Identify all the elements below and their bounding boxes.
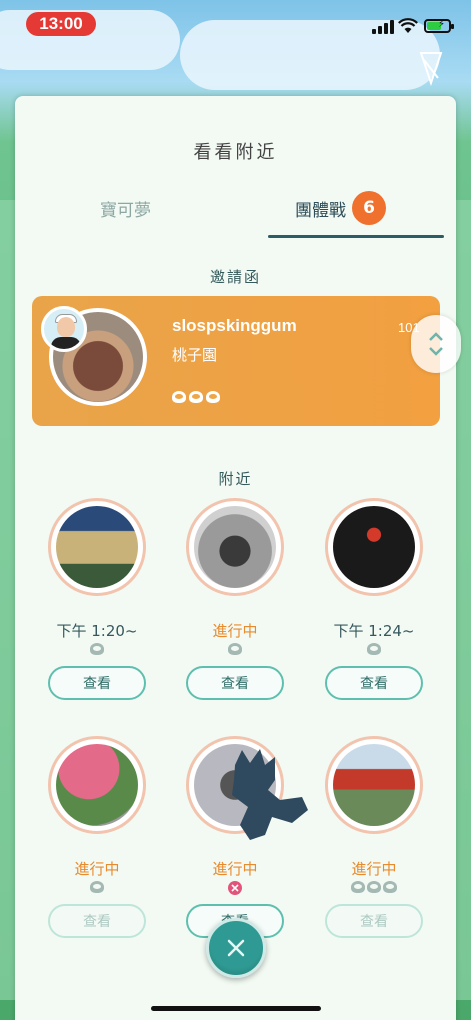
nearby-heading: 附近 bbox=[218, 470, 253, 488]
map-marker-icon[interactable] bbox=[416, 48, 446, 88]
tab-raids[interactable]: 團體戰 bbox=[295, 196, 346, 221]
view-button[interactable]: 查看 bbox=[325, 666, 423, 700]
panel-title: 看看附近 bbox=[193, 142, 278, 163]
nearby-panel: 看看附近 寶可夢 團體戰 6 邀請函 slospskinggum 桃子園 101… bbox=[15, 96, 456, 1020]
raid-tier-icon bbox=[383, 881, 397, 893]
invites-heading: 邀請函 bbox=[209, 268, 261, 286]
raid-status: 下午 1:20~ bbox=[56, 622, 138, 640]
gym-photo-frame[interactable] bbox=[48, 736, 146, 834]
trainer-avatar bbox=[41, 306, 87, 352]
raid-tier-icon bbox=[189, 391, 203, 403]
raid-status: 下午 1:24~ bbox=[333, 622, 415, 640]
raid-tier-icon bbox=[172, 391, 186, 403]
battery-icon: ⚡ bbox=[424, 19, 454, 33]
raid-tier-icon bbox=[228, 643, 242, 655]
raid-tier-icon bbox=[90, 643, 104, 655]
view-button[interactable]: 查看 bbox=[48, 666, 146, 700]
raid-tier bbox=[304, 881, 444, 893]
raid-item[interactable]: 下午 1:24~ 查看 bbox=[304, 498, 444, 700]
raid-item[interactable]: 下午 1:20~ 查看 bbox=[27, 498, 167, 700]
view-button[interactable]: 查看 bbox=[325, 904, 423, 938]
raid-tier-icon bbox=[367, 881, 381, 893]
raid-boss-silhouette-icon bbox=[232, 749, 308, 840]
raid-tier bbox=[304, 643, 444, 655]
raid-tier bbox=[27, 643, 167, 655]
gym-photo-frame[interactable] bbox=[48, 498, 146, 596]
raid-tier-icon bbox=[90, 881, 104, 893]
invite-raid-tier bbox=[172, 391, 220, 403]
tab-pokemon[interactable]: 寶可夢 bbox=[100, 196, 151, 221]
invite-scroll-handle[interactable] bbox=[411, 315, 461, 373]
gym-photo-frame[interactable] bbox=[325, 736, 423, 834]
mega-raid-icon bbox=[228, 881, 242, 895]
raid-tier-icon bbox=[206, 391, 220, 403]
raid-status: 進行中 bbox=[351, 860, 397, 878]
raid-tier bbox=[165, 643, 305, 655]
invite-trainer-name: slospskinggum bbox=[172, 316, 297, 335]
raid-item[interactable]: 進行中 查看 bbox=[165, 498, 305, 700]
wifi-icon bbox=[398, 18, 418, 33]
chevron-up-down-icon bbox=[429, 332, 443, 356]
gym-photo-frame[interactable] bbox=[325, 498, 423, 596]
raid-count-badge: 6 bbox=[352, 191, 386, 225]
raid-status: 進行中 bbox=[212, 622, 258, 640]
status-bar: 13:00 ⚡ bbox=[0, 0, 471, 87]
view-button[interactable]: 查看 bbox=[48, 904, 146, 938]
invite-location: 桃子園 bbox=[172, 346, 218, 364]
raid-invite-card[interactable]: slospskinggum 桃子園 101 bbox=[32, 296, 440, 426]
view-button[interactable]: 查看 bbox=[186, 666, 284, 700]
close-button[interactable] bbox=[206, 918, 266, 978]
raid-tier-icon bbox=[367, 643, 381, 655]
active-tab-indicator bbox=[268, 235, 444, 238]
gym-photo-frame[interactable] bbox=[186, 498, 284, 596]
raid-status: 進行中 bbox=[74, 860, 120, 878]
status-time: 13:00 bbox=[26, 12, 96, 36]
home-indicator[interactable] bbox=[151, 1006, 321, 1011]
raid-item[interactable]: 進行中 查看 bbox=[27, 736, 167, 938]
close-icon bbox=[227, 939, 245, 957]
raid-tier bbox=[27, 881, 167, 893]
raid-tier bbox=[165, 881, 305, 895]
raid-item[interactable]: 進行中 查看 bbox=[304, 736, 444, 938]
cellular-signal-icon bbox=[372, 20, 394, 34]
raid-status: 進行中 bbox=[212, 860, 258, 878]
raid-tier-icon bbox=[351, 881, 365, 893]
